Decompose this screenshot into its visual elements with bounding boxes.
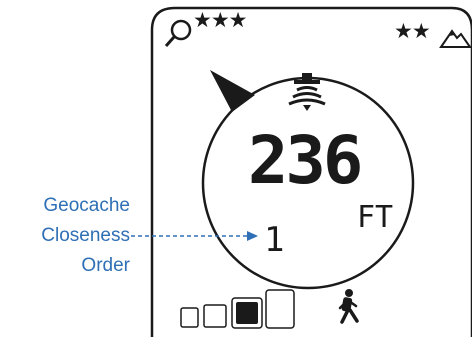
hiker-icon xyxy=(338,289,359,324)
zoom-boxes-icon xyxy=(180,289,295,329)
magnifier-icon xyxy=(164,19,192,47)
closeness-order-value: 1 xyxy=(264,220,285,260)
terrain-rating: ★★ xyxy=(394,19,431,43)
mountain-icon xyxy=(439,29,472,48)
terrain-stars: ★★ xyxy=(394,19,431,43)
compass-arrow-icon xyxy=(210,70,255,112)
annotation-label-line1: Geocache xyxy=(43,195,130,216)
diagram: ★★★ ★★ 236 FT 1 Geocache Closeness Order xyxy=(0,0,472,337)
difficulty-stars: ★★★ xyxy=(193,8,247,32)
distance-unit: FT xyxy=(357,200,394,235)
distance-value: 236 xyxy=(247,122,363,199)
difficulty-rating: ★★★ xyxy=(193,8,247,32)
annotation-label-line2: Closeness xyxy=(41,225,130,246)
annotation-label-line3: Order xyxy=(81,255,130,276)
device-screen xyxy=(131,6,472,337)
annotation-arrowhead xyxy=(247,231,258,241)
